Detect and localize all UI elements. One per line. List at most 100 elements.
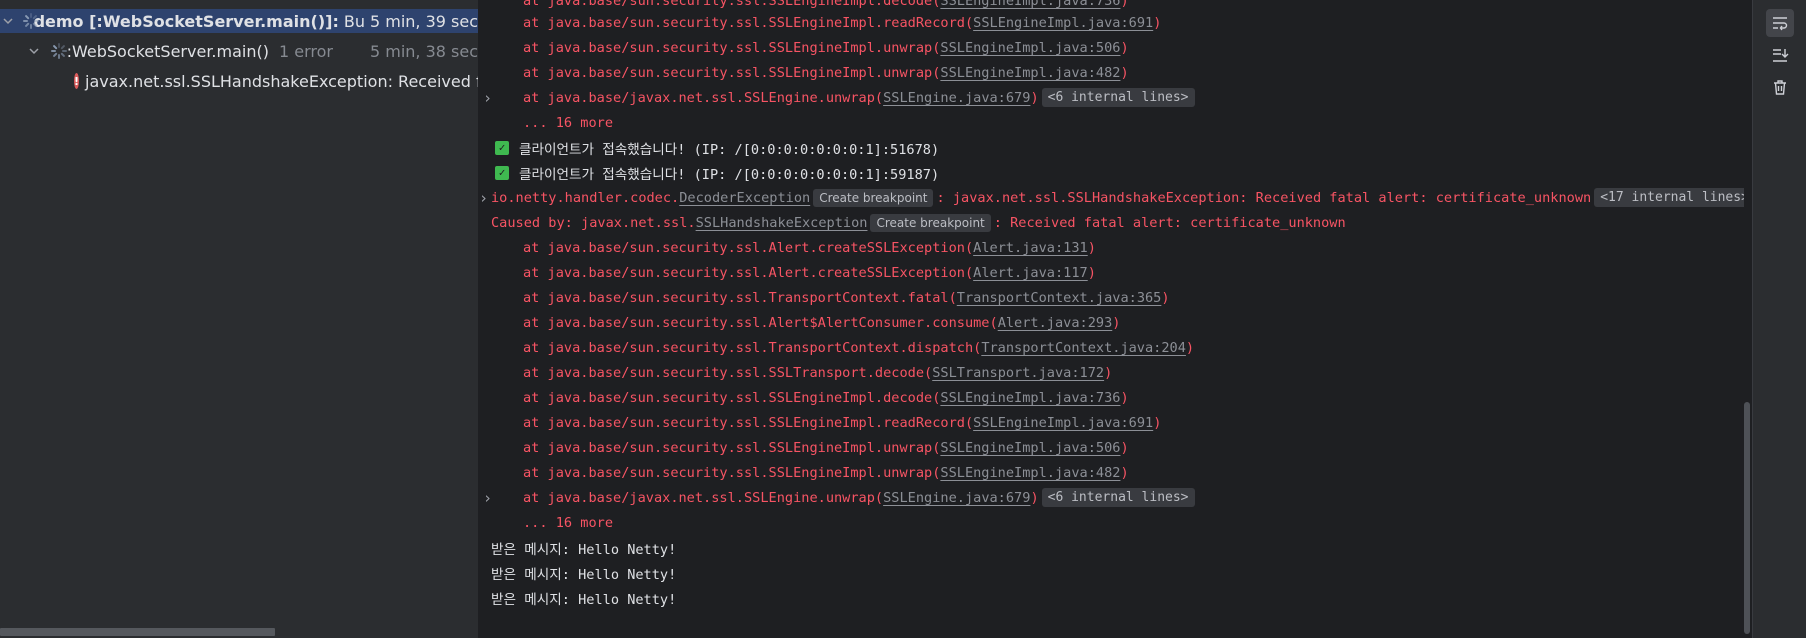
exception-class-link[interactable]: DecoderException (679, 190, 810, 206)
message-line: 받은 메시지: Hello Netty! (479, 585, 1750, 610)
more-line: ... 16 more (479, 110, 1750, 135)
soft-wrap-button[interactable] (1766, 9, 1794, 37)
stack-suffix: ) (1120, 464, 1129, 481)
stack-line: › at java.base/javax.net.ssl.SSLEngine.u… (479, 485, 1750, 510)
stack-text: at java.base/sun.security.ssl.TransportC… (523, 339, 982, 356)
run-tree-error-item[interactable]: ! javax.net.ssl.SSLHandshakeException: R… (0, 69, 478, 93)
stack-text: at java.base/javax.net.ssl.SSLEngine.unw… (523, 489, 884, 506)
client-connected-line: ✓ 클라이언트가 접속했습니다! (IP: /[0:0:0:0:0:0:0:1]… (479, 160, 1750, 185)
stack-suffix: ) (1120, 439, 1129, 456)
stack-text: at java.base/sun.security.ssl.Alert.crea… (523, 264, 974, 281)
stack-line: at java.base/sun.security.ssl.SSLEngineI… (479, 35, 1750, 60)
stack-source-link[interactable]: Alert.java:131 (973, 240, 1088, 256)
more-text: ... 16 more (523, 114, 614, 131)
stack-line: at java.base/sun.security.ssl.Alert.crea… (479, 235, 1750, 260)
stack-line: at java.base/sun.security.ssl.SSLEngineI… (479, 385, 1750, 410)
message-text: 받은 메시지: Hello Netty! (491, 541, 677, 558)
internal-lines-badge[interactable]: <6 internal lines> (1041, 88, 1195, 107)
message-line: 받은 메시지: Hello Netty! (479, 535, 1750, 560)
client-connected-text: 클라이언트가 접속했습니다! (IP: /[0:0:0:0:0:0:0:1]:5… (519, 141, 940, 158)
stack-suffix: ) (1112, 314, 1121, 331)
run-tree-panel: demo [:WebSocketServer.main()]: Bu 5 min… (0, 0, 479, 638)
stack-text: at java.base/sun.security.ssl.TransportC… (523, 289, 957, 306)
stack-source-link[interactable]: SSLEngineImpl.java:736 (940, 390, 1120, 406)
stack-suffix: ) (1120, 389, 1129, 406)
stack-source-link[interactable]: TransportContext.java:365 (957, 290, 1162, 306)
run-tree-root[interactable]: demo [:WebSocketServer.main()]: Bu 5 min… (0, 9, 478, 33)
client-connected-text: 클라이언트가 접속했습니다! (IP: /[0:0:0:0:0:0:0:1]:5… (519, 166, 940, 183)
root-title: demo [:WebSocketServer.main()]: (33, 11, 339, 31)
child-error-count: 1 error (278, 41, 333, 61)
stack-suffix: ) (1161, 289, 1170, 306)
stack-text: at java.base/sun.security.ssl.SSLEngineI… (523, 64, 941, 81)
checkmark-icon: ✓ (495, 165, 509, 180)
checkmark-icon: ✓ (495, 140, 509, 155)
caused-by-class-link[interactable]: SSLHandshakeException (696, 215, 868, 231)
stack-text: at java.base/sun.security.ssl.SSLEngineI… (523, 39, 941, 56)
horizontal-scrollbar[interactable] (0, 628, 275, 636)
caused-by-prefix: Caused by: javax.net.ssl. (491, 214, 696, 231)
scroll-to-end-icon (1773, 49, 1789, 62)
stack-line: at java.base/sun.security.ssl.TransportC… (479, 285, 1750, 310)
stack-source-link[interactable]: SSLTransport.java:172 (932, 365, 1104, 381)
stack-source-link[interactable]: Alert.java:117 (973, 265, 1088, 281)
stack-line: at java.base/sun.security.ssl.Alert$Aler… (479, 310, 1750, 335)
stack-suffix: ) (1120, 39, 1129, 56)
child-time: 5 min, 38 sec (369, 41, 478, 61)
stack-text: at java.base/sun.security.ssl.SSLEngineI… (523, 439, 941, 456)
internal-lines-badge[interactable]: <6 internal lines> (1041, 488, 1195, 507)
stack-source-link[interactable]: SSLEngine.java:679 (883, 90, 1030, 106)
stack-source-link[interactable]: SSLEngineImpl.java:691 (973, 15, 1153, 31)
stack-source-link[interactable]: SSLEngineImpl.java:506 (940, 40, 1120, 56)
scroll-to-end-button[interactable] (1766, 41, 1794, 69)
stack-source-link[interactable]: SSLEngineImpl.java:736 (940, 0, 1120, 9)
root-status: Bu (343, 11, 365, 31)
root-time: 5 min, 39 sec (369, 11, 478, 31)
caused-by-line: Caused by: javax.net.ssl. SSLHandshakeExc… (479, 210, 1750, 235)
stack-source-link[interactable]: SSLEngineImpl.java:482 (940, 465, 1120, 481)
stack-suffix: ) (1153, 414, 1162, 431)
expand-chevron-icon[interactable]: › (479, 189, 488, 207)
more-text: ... 16 more (523, 514, 614, 531)
stack-suffix: ) (1185, 339, 1195, 356)
create-breakpoint-button[interactable]: Create breakpoint (813, 188, 934, 207)
stack-line: at java.base/sun.security.ssl.Alert.crea… (479, 260, 1750, 285)
message-line: 받은 메시지: Hello Netty! (479, 560, 1750, 585)
stack-text: at java.base/javax.net.ssl.SSLEngine.unw… (523, 89, 884, 106)
stack-suffix: ) (1030, 489, 1039, 506)
run-tree-child[interactable]: :WebSocketServer.main() 1 error 5 min, 3… (0, 39, 478, 63)
stack-suffix: ) (1087, 239, 1096, 256)
stack-source-link[interactable]: TransportContext.java:204 (981, 340, 1186, 356)
message-text: 받은 메시지: Hello Netty! (491, 591, 677, 608)
stack-suffix: ) (1030, 89, 1039, 106)
stack-suffix: ) (1120, 0, 1129, 9)
expand-chevron-icon[interactable]: › (483, 89, 492, 107)
more-line: ... 16 more (479, 510, 1750, 535)
stack-line: at java.base/sun.security.ssl.TransportC… (479, 335, 1750, 360)
stack-text: at java.base/sun.security.ssl.Alert$Aler… (523, 314, 998, 331)
stack-source-link[interactable]: SSLEngineImpl.java:482 (940, 65, 1120, 81)
stack-suffix: ) (1120, 64, 1129, 81)
stack-source-link[interactable]: Alert.java:293 (998, 315, 1113, 331)
expand-chevron-icon[interactable]: › (483, 489, 492, 507)
stack-text: at java.base/sun.security.ssl.SSLEngineI… (523, 464, 941, 481)
stack-text: at java.base/sun.security.ssl.SSLEngineI… (523, 414, 974, 431)
stack-source-link[interactable]: SSLEngineImpl.java:691 (973, 415, 1153, 431)
stack-text: at java.base/sun.security.ssl.Alert.crea… (523, 239, 974, 256)
stack-line: at java.base/sun.security.ssl.SSLEngineI… (479, 10, 1750, 35)
stack-suffix: ) (1087, 264, 1096, 281)
create-breakpoint-button[interactable]: Create breakpoint (870, 213, 991, 232)
chevron-down-icon[interactable] (28, 44, 40, 58)
clear-all-button[interactable] (1766, 73, 1794, 101)
exception-package: io.netty.handler.codec. (491, 189, 680, 206)
vertical-scrollbar-thumb[interactable] (1744, 402, 1750, 634)
error-item-text: javax.net.ssl.SSLHandshakeException: Rec… (85, 71, 479, 91)
stack-source-link[interactable]: SSLEngine.java:679 (883, 490, 1030, 506)
error-icon: ! (74, 73, 80, 89)
chevron-down-icon[interactable] (2, 14, 14, 28)
soft-wrap-icon (1773, 17, 1788, 31)
stack-line: at java.base/sun.security.ssl.SSLEngineI… (479, 410, 1750, 435)
stack-source-link[interactable]: SSLEngineImpl.java:506 (940, 440, 1120, 456)
internal-lines-badge[interactable]: <17 internal lines> (1594, 188, 1750, 207)
exception-message: : javax.net.ssl.SSLHandshakeException: R… (936, 189, 1592, 206)
